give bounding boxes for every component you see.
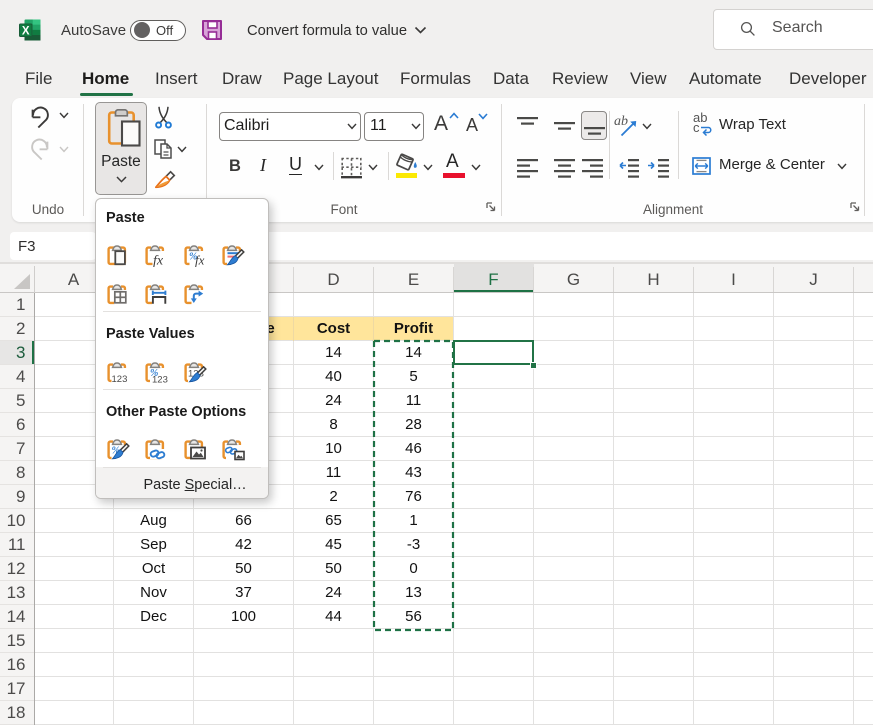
svg-text:fx: fx: [153, 254, 164, 268]
svg-text:123: 123: [152, 375, 168, 385]
svg-text:123: 123: [111, 374, 127, 384]
svg-text:X: X: [22, 26, 30, 38]
svg-text:fx: fx: [195, 253, 205, 268]
